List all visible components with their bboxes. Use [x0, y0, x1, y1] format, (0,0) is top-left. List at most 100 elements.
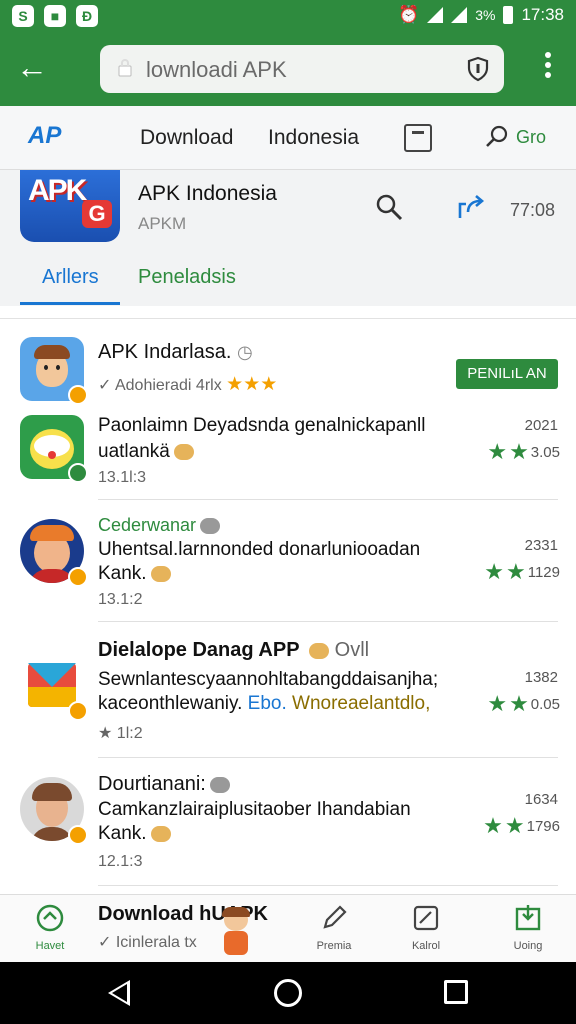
bookmark-icon[interactable]	[404, 124, 432, 152]
bottom-nav-label: Kalrol	[411, 940, 441, 952]
item-year: 1382	[524, 669, 558, 686]
notification-icon: ■	[44, 5, 66, 27]
address-bar[interactable]: lownloadi APK	[100, 45, 504, 93]
app-logo-badge: G	[82, 200, 112, 228]
verified-badge-icon	[68, 701, 88, 721]
bottom-nav-label: Premia	[316, 940, 352, 952]
item-meta: 13.1:2	[98, 591, 143, 608]
sticker-icon	[150, 825, 171, 842]
app-icon	[20, 777, 88, 845]
clock-icon: ◷	[236, 342, 253, 362]
search-icon[interactable]	[374, 192, 404, 222]
bottom-nav-premia[interactable]: Premia	[304, 903, 364, 952]
bottom-nav-label: Havet	[35, 940, 65, 952]
sticker-icon	[309, 642, 330, 659]
item-text-line2-tail: Wnoreaelantdlo,	[292, 693, 431, 714]
system-home-icon[interactable]	[274, 979, 302, 1007]
bottom-nav-home[interactable]: Havet	[20, 903, 80, 952]
battery-level: 3%	[475, 7, 496, 23]
item-year: 1634	[524, 791, 558, 808]
star-icon: ★	[509, 439, 529, 464]
star-icon: ★★★	[226, 374, 278, 395]
sticker-icon	[150, 565, 171, 582]
url-text[interactable]: lownloadi APK	[146, 57, 287, 83]
lock-icon	[118, 59, 132, 77]
mascot-icon	[216, 907, 256, 961]
item-year: 2021	[524, 417, 558, 434]
list-item[interactable]: Cederwanar Uhentsal.larnnonded donarluni…	[0, 515, 576, 619]
list-item[interactable]: Paonlaimn Deyadsnda genalnickapanll uatl…	[0, 411, 576, 501]
alarm-icon: ⏰	[398, 5, 420, 24]
item-title: Dourtianani:	[98, 773, 206, 795]
list-item[interactable]: APK Indarlasa. ◷ ✓ Adohieradi 4rlx ★★★ P…	[0, 333, 576, 405]
signal-icon	[451, 7, 468, 23]
item-link[interactable]: Ebo.	[248, 693, 287, 714]
share-icon[interactable]	[456, 192, 486, 222]
divider	[98, 885, 558, 886]
back-arrow-icon[interactable]: ←	[14, 50, 50, 86]
item-title: Cederwanar	[98, 515, 197, 535]
bottom-nav-kalrol[interactable]: Kalrol	[396, 903, 456, 952]
star-icon: ★	[487, 439, 508, 464]
item-text-line1: Camkanzlairaiplusitaober Ihandabian	[98, 799, 411, 820]
bottom-nav: Havet Download hUAPK ✓ Icinlerala tx Pre…	[0, 894, 576, 962]
item-rating: 1796	[526, 817, 560, 835]
list-item[interactable]: Dourtianani: Camkanzlairaiplusitaober Ih…	[0, 773, 576, 883]
system-recents-icon[interactable]	[444, 980, 468, 1004]
site-search-button[interactable]: Gro	[484, 124, 546, 150]
item-text-line1: Paonlaimn Deyadsnda genalnickapanll	[98, 415, 426, 436]
nav-link-download[interactable]: Download	[140, 126, 233, 150]
star-icon: ★	[506, 559, 526, 584]
list-item[interactable]: Dielalope Danag APP Ovll Sewnlantescyaan…	[0, 639, 576, 749]
site-logo[interactable]: AP	[28, 122, 61, 150]
notification-icons: S ■ Ɖ	[12, 5, 98, 27]
app-title: APK Indonesia	[138, 182, 277, 205]
sticker-icon	[209, 776, 230, 793]
download-icon	[515, 905, 541, 931]
tab-arllers[interactable]: Arllers	[42, 266, 99, 289]
install-button[interactable]: PENILıL AN	[456, 359, 558, 389]
item-rating: 1129	[527, 563, 560, 581]
system-nav-bar	[0, 962, 576, 1024]
shield-icon[interactable]	[466, 56, 490, 82]
verified-badge-icon	[68, 463, 88, 483]
star-icon: ★	[484, 559, 504, 584]
item-title: Dielalope Danag APP	[98, 639, 300, 661]
app-icon	[20, 337, 88, 405]
app-icon	[20, 415, 88, 483]
nav-link-indonesia[interactable]: Indonesia	[268, 126, 359, 150]
item-meta: 1l:2	[116, 725, 143, 742]
search-icon	[486, 125, 508, 147]
check-icon: ✓	[98, 934, 112, 951]
star-icon: ★	[483, 813, 503, 838]
tab-peneladsis[interactable]: Peneladsis	[138, 266, 236, 289]
check-icon: ✓	[98, 377, 112, 394]
item-rating: 0.05	[530, 695, 560, 713]
item-meta: 12.1:3	[98, 853, 143, 870]
item-year: 2331	[524, 537, 558, 554]
star-icon: ★	[509, 691, 529, 716]
overflow-menu-icon[interactable]	[536, 52, 560, 88]
sticker-icon	[173, 443, 194, 460]
item-text-line1: Sewnlantescyaannohltabangddaisanjha;	[98, 669, 439, 690]
notification-icon: S	[12, 5, 34, 27]
browser-toolbar: ← lownloadi APK	[0, 32, 576, 106]
site-search-label: Gro	[516, 126, 547, 147]
star-icon: ★	[487, 691, 508, 716]
divider	[98, 757, 558, 758]
app-logo: APK G	[20, 170, 120, 242]
clock: 17:38	[521, 5, 564, 24]
system-back-icon[interactable]	[108, 980, 130, 1006]
calendar-icon	[413, 905, 439, 931]
divider	[98, 621, 558, 622]
battery-icon	[503, 6, 514, 24]
app-icon	[20, 519, 88, 587]
status-bar: S ■ Ɖ ⏰ 3% 17:38	[0, 0, 576, 32]
item-text-line2: Kank.	[98, 563, 147, 584]
item-title-suffix: Ovll	[334, 639, 370, 661]
system-indicators: ⏰ 3% 17:38	[398, 5, 564, 25]
sticker-icon	[200, 518, 221, 535]
bottom-nav-uoing[interactable]: Uoing	[498, 903, 558, 952]
banner-subtitle: Icinlerala tx	[115, 934, 197, 951]
star-outline-icon: ★	[98, 725, 113, 742]
